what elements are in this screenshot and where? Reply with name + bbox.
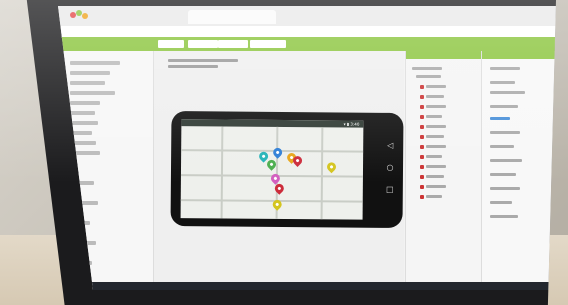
toolbar-button-1[interactable] <box>158 40 184 48</box>
designer-toolbar <box>58 37 556 51</box>
browser-tab[interactable] <box>188 10 276 24</box>
monitor-bezel: ▾ ▮ 3:40 ◁ ○ □ <box>26 0 556 305</box>
toolbar-button-2[interactable] <box>188 40 218 48</box>
phone-preview: ▾ ▮ 3:40 ◁ ○ □ <box>170 110 404 229</box>
wifi-icon: ▾ <box>343 121 346 127</box>
viewer-header <box>158 57 338 71</box>
palette-item-icon[interactable] <box>64 151 68 155</box>
phone-status-bar: ▾ ▮ 3:40 <box>181 119 364 128</box>
home-nav-icon[interactable]: ○ <box>385 163 395 173</box>
palette-item-icon[interactable] <box>64 131 68 135</box>
palette-item-icon[interactable] <box>64 141 68 145</box>
status-time: 3:40 <box>350 121 360 127</box>
palette-item-icon[interactable] <box>64 111 68 115</box>
browser-tab-strip <box>58 6 556 26</box>
properties-panel <box>481 51 556 290</box>
map-marker-icon[interactable] <box>271 146 285 159</box>
palette-sidebar <box>58 51 154 290</box>
palette-item-icon[interactable] <box>64 121 68 125</box>
battery-icon: ▮ <box>346 121 350 127</box>
components-panel <box>405 51 481 290</box>
map-view[interactable]: ▾ ▮ 3:40 <box>180 119 364 220</box>
back-nav-icon[interactable]: ◁ <box>385 141 395 151</box>
app-logo-icon <box>70 8 92 22</box>
toolbar-button-4[interactable] <box>250 40 286 48</box>
windows-taskbar <box>58 282 556 290</box>
phone-nav-bar: ◁ ○ □ <box>383 133 398 213</box>
map-marker-icon[interactable] <box>325 160 338 174</box>
toolbar-button-3[interactable] <box>218 40 248 48</box>
recent-apps-icon[interactable]: □ <box>385 185 395 195</box>
